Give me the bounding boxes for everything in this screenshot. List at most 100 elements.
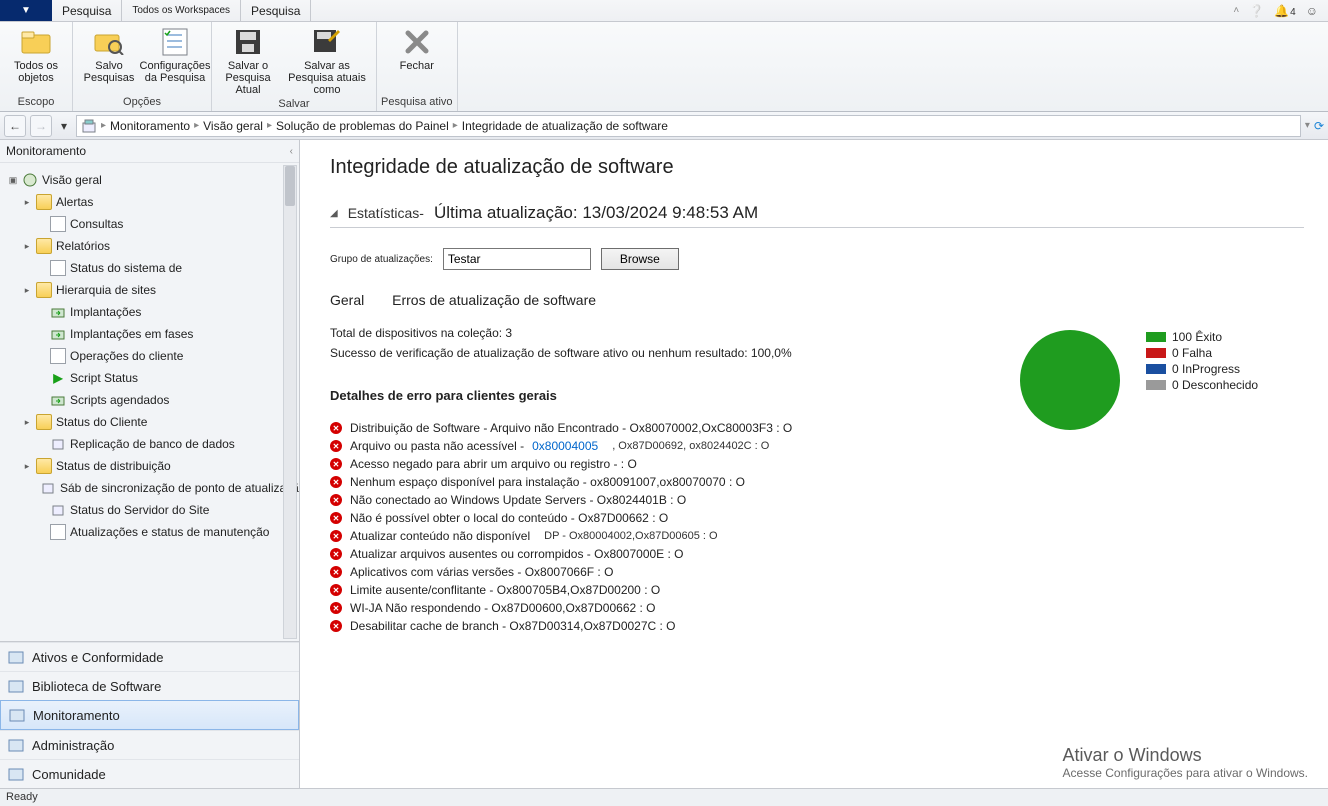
library-icon — [8, 678, 24, 694]
wunderbar-item[interactable]: Monitoramento — [0, 700, 299, 730]
tree-item[interactable]: ▸ Relatórios — [0, 235, 299, 257]
save-icon — [232, 26, 264, 58]
tree-item-label: Operações do cliente — [70, 349, 183, 363]
tree-item[interactable]: ▶Script Status — [0, 367, 299, 389]
expand-icon[interactable]: ▸ — [22, 461, 32, 472]
tab-geral[interactable]: Geral — [330, 292, 364, 308]
collapse-icon[interactable]: ◢ — [330, 208, 338, 219]
ribbon-group-pesquisa-ativo: Fechar Pesquisa ativo — [377, 22, 458, 111]
tree-item-label: Hierarquia de sites — [56, 283, 156, 297]
expand-icon[interactable]: ▸ — [22, 285, 32, 296]
help-icon[interactable]: ❔ — [1249, 4, 1264, 18]
error-extra: DP - Ox80004002,Ox87D00605 : O — [544, 530, 717, 542]
breadcrumb-item[interactable]: Visão geral — [203, 119, 263, 133]
tree-item[interactable]: Implantações em fases — [0, 323, 299, 345]
tree-item[interactable]: Scripts agendados — [0, 389, 299, 411]
breadcrumb-item[interactable]: Monitoramento — [110, 119, 190, 133]
scrollbar[interactable] — [283, 165, 297, 639]
wunderbar-label: Administração — [32, 738, 114, 753]
folder-icon — [36, 282, 52, 298]
tree-item[interactable]: Status do Servidor do Site — [0, 499, 299, 521]
nav-forward-button[interactable]: → — [30, 115, 52, 137]
home-icon — [81, 118, 97, 134]
tree-item[interactable]: Replicação de banco de dados — [0, 433, 299, 455]
legend-label: 0 Falha — [1172, 346, 1212, 360]
page-title: Integridade de atualização de software — [330, 156, 1304, 179]
titlebar-tab[interactable]: Todos os Workspaces — [122, 0, 241, 21]
wunderbar-item[interactable]: Biblioteca de Software — [0, 671, 299, 700]
ribbon-item-salvar-como[interactable]: Salvar as Pesquisa atuais como — [282, 24, 372, 96]
wunderbar-item[interactable]: Comunidade — [0, 759, 299, 788]
titlebar-tab[interactable]: Pesquisa — [241, 0, 311, 21]
error-row: ✕Acesso negado para abrir um arquivo ou … — [330, 455, 1304, 473]
tree-item-label: Scripts agendados — [70, 393, 169, 407]
refresh-icon[interactable]: ⟳ — [1314, 119, 1324, 133]
ribbon-item-fechar[interactable]: Fechar — [385, 24, 449, 94]
ribbon-group-opcoes: Salvo Pesquisas Configurações da Pesquis… — [73, 22, 212, 111]
windows-activation-watermark: Ativar o Windows Acesse Configurações pa… — [1063, 745, 1308, 780]
tree-item[interactable]: ▸Status do Cliente — [0, 411, 299, 433]
pie-chart — [1020, 330, 1120, 430]
expand-icon[interactable]: ▸ — [22, 241, 32, 252]
app-menu-handle[interactable]: ▼ — [0, 0, 52, 21]
legend-swatch — [1146, 380, 1166, 390]
legend-label: 0 InProgress — [1172, 362, 1240, 376]
tab-erros[interactable]: Erros de atualização de software — [392, 292, 596, 308]
tree-item-label: Status do sistema de — [70, 261, 182, 275]
breadcrumb[interactable]: ▸ Monitoramento ▸ Visão geral ▸ Solução … — [76, 115, 1301, 137]
tree-item-label: Consultas — [70, 217, 123, 231]
server-icon — [50, 502, 66, 518]
expand-icon[interactable]: ▣ — [8, 175, 18, 186]
sidebar-collapse-icon[interactable]: ‹ — [290, 146, 293, 157]
error-row: ✕ Atualizar conteúdo não disponível DP - O… — [330, 527, 1304, 545]
error-link[interactable]: 0x80004005 — [532, 439, 598, 453]
wunderbar-item[interactable]: Ativos e Conformidade — [0, 642, 299, 671]
wunderbar-item[interactable]: Administração — [0, 730, 299, 759]
tree-item[interactable]: Status do sistema de — [0, 257, 299, 279]
tree-item-label: Implantações em fases — [70, 327, 193, 341]
error-icon: ✕ — [330, 530, 342, 542]
update-group-input[interactable] — [443, 248, 591, 270]
tree-item[interactable]: Implantações — [0, 301, 299, 323]
error-icon: ✕ — [330, 584, 342, 596]
nav-back-button[interactable]: ← — [4, 115, 26, 137]
tree-item[interactable]: ▣Visão geral — [0, 169, 299, 191]
ribbon-item-salvar-atual[interactable]: Salvar o Pesquisa Atual — [216, 24, 280, 96]
ribbon-group-label: Salvar — [278, 96, 309, 113]
error-list: ✕ Distribuição de Software - Arquivo não … — [330, 419, 1304, 635]
tree-item-label: Relatórios — [56, 239, 110, 253]
group-label: Grupo de atualizações: — [330, 254, 433, 265]
error-text: Distribuição de Software - Arquivo não E… — [350, 421, 792, 435]
tree-item[interactable]: Sáb de sincronização de ponto de atualiz… — [0, 477, 299, 499]
nav-tree: ▣Visão geral▸Alertas Consultas ▸ Relatórios… — [0, 163, 299, 641]
error-icon: ✕ — [330, 512, 342, 524]
legend-item: 0 Falha — [1146, 346, 1258, 360]
expand-icon[interactable]: ▸ — [22, 197, 32, 208]
breadcrumb-item[interactable]: Integridade de atualização de software — [462, 119, 668, 133]
breadcrumb-item[interactable]: Solução de problemas do Painel — [276, 119, 449, 133]
notifications-icon[interactable]: 🔔4 — [1274, 4, 1296, 18]
tree-item[interactable]: ▸ Hierarquia de sites — [0, 279, 299, 301]
tree-item-label: Status do Servidor do Site — [70, 503, 209, 517]
community-icon — [8, 766, 24, 782]
browse-button[interactable]: Browse — [601, 248, 679, 270]
tree-item[interactable]: Operações do cliente — [0, 345, 299, 367]
tree-item-label: Atualizações e status de manutenção — [70, 525, 269, 539]
chevron-up-icon[interactable]: ˄ — [1233, 5, 1239, 16]
ribbon-item-todos-objetos[interactable]: Todos os objetos — [4, 24, 68, 94]
ribbon-item-config-pesquisa[interactable]: Configurações da Pesquisa — [143, 24, 207, 94]
tree-item[interactable]: ▸Status de distribuição — [0, 455, 299, 477]
error-row: ✕Nenhum espaço disponível para instalaçã… — [330, 473, 1304, 491]
tree-item[interactable]: Atualizações e status de manutenção — [0, 521, 299, 543]
tree-item[interactable]: Consultas — [0, 213, 299, 235]
nav-dropdown-button[interactable]: ▾ — [56, 115, 72, 137]
ribbon-group-escopo: Todos os objetos Escopo — [0, 22, 73, 111]
feedback-icon[interactable]: ☺ — [1306, 4, 1318, 18]
chart-legend: 100 Êxito0 Falha0 InProgress0 Desconheci… — [1146, 330, 1258, 394]
status-text: Ready — [6, 791, 38, 803]
titlebar-tab[interactable]: Pesquisa — [52, 0, 122, 21]
error-text: Atualizar conteúdo não disponível — [350, 529, 530, 543]
expand-icon[interactable]: ▸ — [22, 417, 32, 428]
ribbon-item-salvo-pesquisas[interactable]: Salvo Pesquisas — [77, 24, 141, 94]
tree-item[interactable]: ▸Alertas — [0, 191, 299, 213]
